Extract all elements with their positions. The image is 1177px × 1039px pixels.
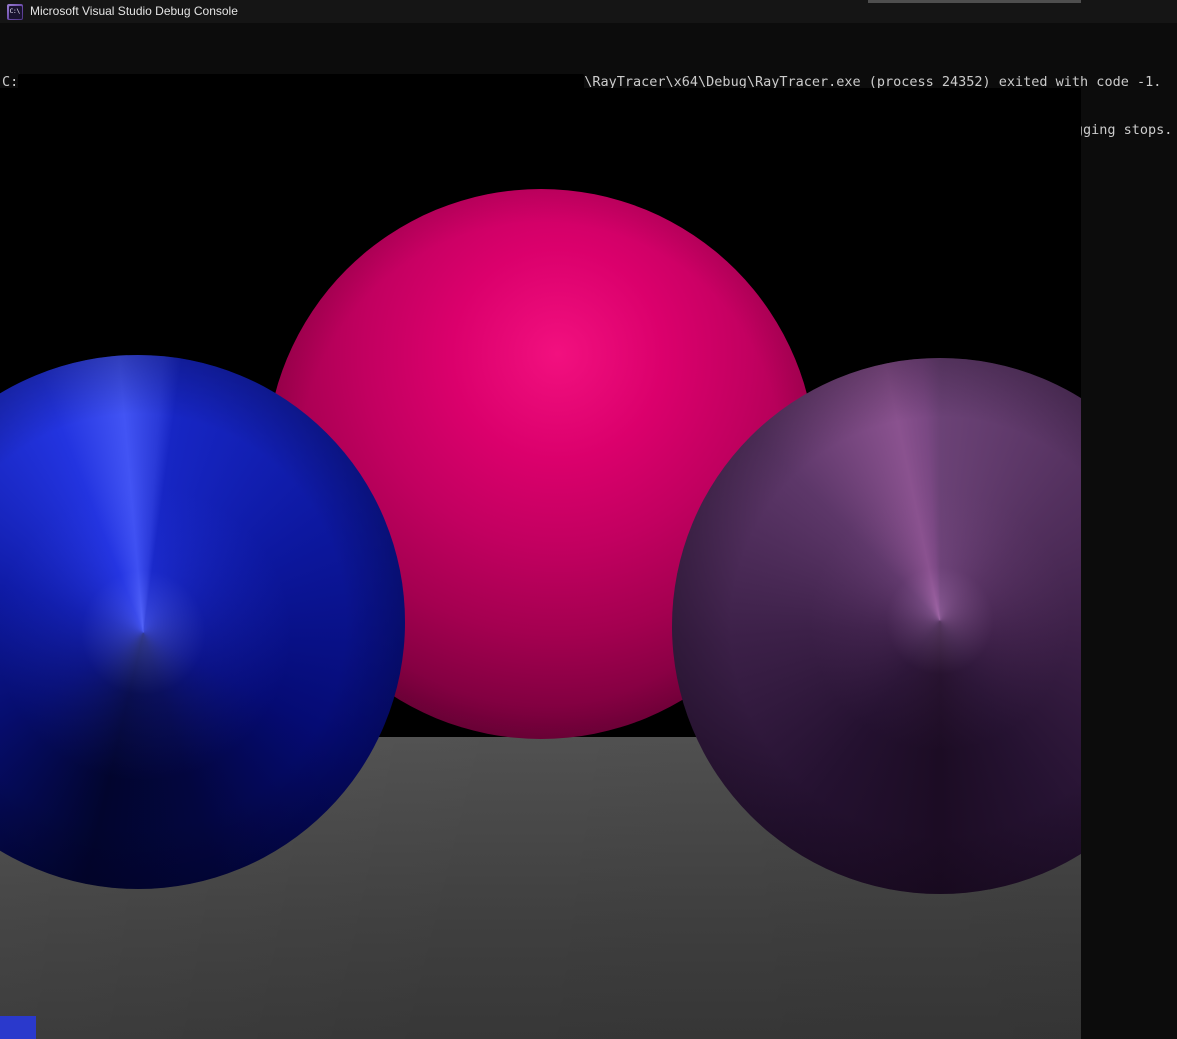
console-icon-glyph: C:\: [9, 7, 21, 15]
raytracer-render: [0, 88, 1081, 1039]
debug-console-window: C:\ Microsoft Visual Studio Debug Consol…: [0, 0, 1177, 1039]
redacted-path-box: [18, 74, 585, 89]
titlebar[interactable]: C:\ Microsoft Visual Studio Debug Consol…: [0, 0, 1177, 23]
titlebar-artifact-strip: [868, 0, 1081, 3]
window-title: Microsoft Visual Studio Debug Console: [30, 4, 238, 18]
corner-blue-square: [0, 1016, 36, 1039]
console-icon: C:\: [7, 4, 23, 20]
